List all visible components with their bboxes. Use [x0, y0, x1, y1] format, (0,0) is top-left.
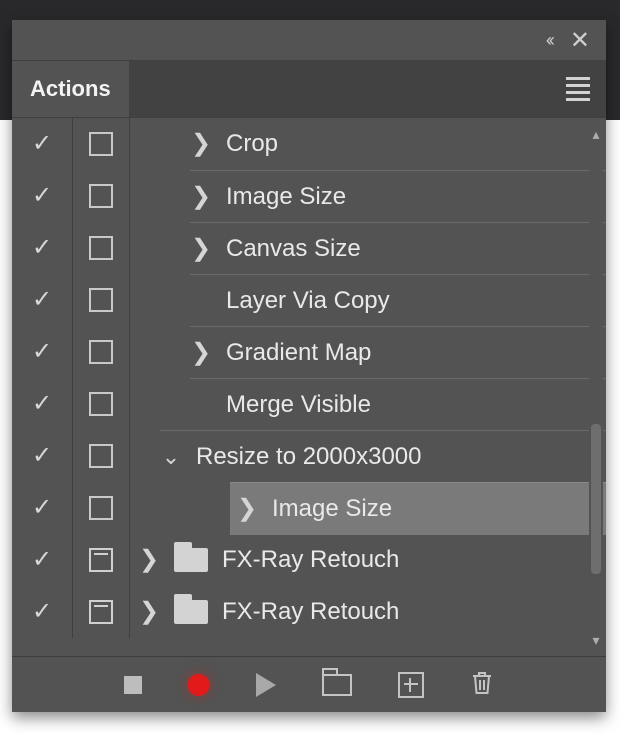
action-set-row[interactable]: ✓ FX-Ray Retouch [12, 586, 606, 638]
stop-button[interactable] [124, 676, 142, 694]
actions-panel: ‹‹ ✕ Actions ✓ Crop ✓ [12, 20, 606, 712]
action-row[interactable]: ✓ Canvas Size [12, 222, 606, 274]
action-label: Gradient Map [226, 339, 371, 367]
scroll-up-icon[interactable]: ▴ [589, 124, 603, 144]
folder-icon [174, 548, 208, 572]
toggle-enabled[interactable]: ✓ [12, 222, 73, 274]
action-set-label: FX-Ray Retouch [222, 598, 399, 626]
action-label: Canvas Size [226, 235, 361, 263]
toggle-dialog[interactable] [73, 274, 130, 326]
toggle-dialog[interactable] [73, 586, 130, 638]
toggle-dialog[interactable] [73, 482, 130, 534]
panel-titlebar: ‹‹ ✕ [12, 20, 606, 60]
action-label: Resize to 2000x3000 [196, 443, 422, 471]
action-row[interactable]: ✓ Gradient Map [12, 326, 606, 378]
check-icon: ✓ [32, 340, 52, 364]
toggle-dialog[interactable] [73, 118, 130, 170]
folder-icon [174, 600, 208, 624]
delete-button[interactable] [470, 670, 494, 701]
toggle-enabled[interactable]: ✓ [12, 274, 73, 326]
toggle-enabled[interactable]: ✓ [12, 586, 73, 638]
panel-menu-icon[interactable] [566, 73, 590, 105]
toggle-enabled[interactable]: ✓ [12, 534, 73, 586]
toggle-dialog[interactable] [73, 326, 130, 378]
actions-list: ✓ Crop ✓ Image Size ✓ [12, 118, 606, 656]
check-icon: ✓ [32, 496, 52, 520]
toggle-enabled[interactable]: ✓ [12, 170, 73, 222]
action-label: Crop [226, 130, 278, 158]
record-button[interactable] [188, 674, 210, 696]
action-row[interactable]: ✓ Merge Visible [12, 378, 606, 430]
toggle-enabled[interactable]: ✓ [12, 118, 73, 170]
disclosure-icon[interactable] [236, 497, 258, 521]
dialog-box-icon [89, 496, 113, 520]
tab-actions[interactable]: Actions [12, 61, 129, 117]
action-row[interactable]: ✓ Layer Via Copy [12, 274, 606, 326]
dialog-box-icon [89, 340, 113, 364]
toggle-dialog[interactable] [73, 222, 130, 274]
action-row[interactable]: ✓ Image Size [12, 170, 606, 222]
check-icon: ✓ [32, 444, 52, 468]
new-action-button[interactable] [398, 672, 424, 698]
action-label: Image Size [226, 183, 346, 211]
scroll-down-icon[interactable]: ▾ [589, 630, 603, 650]
new-set-button[interactable] [322, 674, 352, 696]
toggle-enabled[interactable]: ✓ [12, 482, 73, 534]
dialog-box-icon [89, 548, 113, 572]
check-icon: ✓ [32, 288, 52, 312]
disclosure-icon[interactable] [138, 600, 160, 624]
scroll-thumb[interactable] [591, 424, 601, 574]
check-icon: ✓ [32, 236, 52, 260]
collapse-icon[interactable]: ‹‹ [546, 30, 552, 51]
dialog-box-icon [89, 288, 113, 312]
check-icon: ✓ [32, 548, 52, 572]
toggle-dialog[interactable] [73, 378, 130, 430]
toggle-dialog[interactable] [73, 170, 130, 222]
action-label: Layer Via Copy [226, 287, 390, 315]
check-icon: ✓ [32, 600, 52, 624]
disclosure-icon[interactable] [190, 185, 212, 209]
dialog-box-icon [89, 392, 113, 416]
dialog-box-icon [89, 444, 113, 468]
toggle-dialog[interactable] [73, 430, 130, 482]
check-icon: ✓ [32, 392, 52, 416]
check-icon: ✓ [32, 184, 52, 208]
action-set-label: FX-Ray Retouch [222, 546, 399, 574]
close-icon[interactable]: ✕ [570, 26, 590, 55]
dialog-box-icon [89, 132, 113, 156]
play-button[interactable] [256, 673, 276, 697]
disclosure-icon[interactable] [190, 132, 212, 156]
dialog-box-icon [89, 236, 113, 260]
toggle-enabled[interactable]: ✓ [12, 326, 73, 378]
action-row[interactable]: ✓ Image Size [12, 482, 606, 534]
check-icon: ✓ [32, 132, 52, 156]
dialog-box-icon [89, 184, 113, 208]
actions-toolbar [12, 656, 606, 713]
trash-icon [470, 670, 494, 696]
disclosure-icon[interactable] [160, 445, 182, 469]
toggle-enabled[interactable]: ✓ [12, 378, 73, 430]
disclosure-icon[interactable] [190, 237, 212, 261]
action-set-row[interactable]: ✓ FX-Ray Retouch [12, 534, 606, 586]
action-label: Image Size [272, 495, 392, 523]
disclosure-icon[interactable] [138, 548, 160, 572]
tab-label: Actions [30, 76, 111, 102]
toggle-dialog[interactable] [73, 534, 130, 586]
panel-tab-bar: Actions [12, 60, 606, 118]
action-label: Merge Visible [226, 391, 371, 419]
scrollbar[interactable]: ▴ ▾ [589, 124, 603, 650]
toggle-enabled[interactable]: ✓ [12, 430, 73, 482]
action-row[interactable]: ✓ Resize to 2000x3000 [12, 430, 606, 482]
action-row[interactable]: ✓ Crop [12, 118, 606, 170]
disclosure-icon[interactable] [190, 341, 212, 365]
dialog-box-icon [89, 600, 113, 624]
